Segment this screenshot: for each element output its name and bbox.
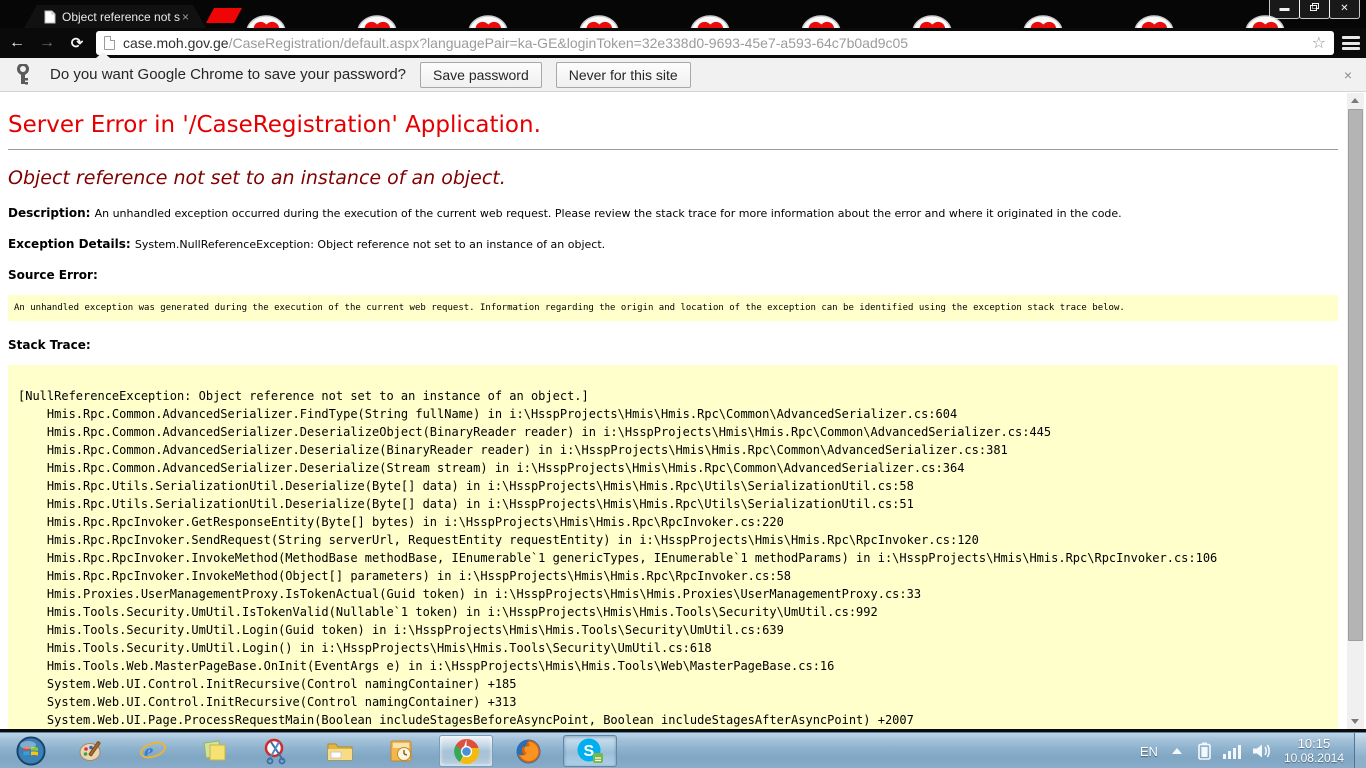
taskbar-item-sticky-notes[interactable] (188, 735, 242, 767)
show-desktop-button[interactable] (1354, 733, 1366, 768)
infobar-pointer (96, 52, 110, 58)
password-infobar: Do you want Google Chrome to save your p… (0, 58, 1366, 92)
taskbar-item-firefox[interactable] (501, 735, 555, 767)
url-text[interactable]: case.moh.gov.ge/CaseRegistration/default… (123, 35, 1312, 51)
error-subtitle: Object reference not set to an instance … (8, 167, 1336, 189)
scroll-up-icon[interactable] (1347, 93, 1364, 109)
tab-favicon-page-icon (44, 10, 56, 24)
internet-explorer-icon: e (139, 738, 167, 764)
hearts-wallpaper (0, 0, 1366, 28)
stack-trace-text: [NullReferenceException: Object referenc… (18, 387, 1332, 729)
close-button[interactable]: ✕ (1329, 0, 1360, 19)
save-password-button[interactable]: Save password (420, 62, 542, 88)
exception-label: Exception Details: (8, 237, 135, 251)
tab-strip: Object reference not set to × ▬ ✕ (0, 0, 1366, 28)
source-error-box: An unhandled exception was generated dur… (8, 295, 1338, 321)
browser-toolbar: ← → ⟳ case.moh.gov.ge/CaseRegistration/d… (0, 28, 1366, 58)
vertical-scrollbar[interactable] (1347, 93, 1364, 729)
browser-tab[interactable]: Object reference not set to × (24, 5, 206, 28)
chrome-menu-icon[interactable] (1342, 36, 1360, 50)
divider (8, 149, 1338, 150)
exception-line: Exception Details: System.NullReferenceE… (8, 237, 1336, 251)
infobar-message: Do you want Google Chrome to save your p… (50, 66, 406, 83)
back-icon[interactable]: ← (4, 34, 30, 52)
taskbar-item-internet-explorer[interactable]: e (126, 735, 180, 767)
sticky-notes-icon (202, 738, 228, 764)
url-domain: case.moh.gov.ge (123, 35, 229, 51)
taskbar-item-explorer[interactable] (313, 735, 367, 767)
snipping-tool-icon (263, 738, 291, 765)
skype-icon: S (576, 737, 604, 765)
scrollbar-thumb[interactable] (1348, 109, 1363, 641)
taskbar-item-paint[interactable] (64, 735, 118, 767)
tab-close-icon[interactable]: × (182, 10, 189, 24)
bookmark-star-icon[interactable]: ☆ (1312, 33, 1326, 53)
never-for-site-button[interactable]: Never for this site (556, 62, 691, 88)
screen: Object reference not set to × ▬ ✕ ← → ⟳ … (0, 0, 1366, 768)
language-indicator[interactable]: EN (1140, 744, 1158, 759)
forward-icon[interactable]: → (34, 34, 60, 52)
restore-button[interactable] (1299, 0, 1330, 19)
description-label: Description: (8, 206, 95, 220)
tab-title: Object reference not set to (62, 10, 180, 24)
description-line: Description: An unhandled exception occu… (8, 206, 1336, 220)
chrome-icon (453, 738, 480, 765)
hidden-icons-chevron-icon[interactable] (1172, 748, 1182, 754)
taskbar: e (0, 732, 1366, 768)
paint-icon (78, 738, 104, 764)
taskbar-item-skype-active[interactable]: S (563, 735, 617, 767)
outlook-icon (389, 738, 415, 764)
url-page-icon[interactable] (104, 36, 115, 50)
url-path: /CaseRegistration/default.aspx?languageP… (229, 35, 909, 51)
firefox-icon (515, 738, 542, 765)
volume-icon[interactable] (1253, 743, 1272, 759)
taskbar-item-outlook[interactable] (375, 735, 429, 767)
scroll-down-icon[interactable] (1347, 713, 1364, 729)
key-icon (16, 64, 30, 86)
exception-text: System.NullReferenceException: Object re… (135, 238, 605, 251)
description-text: An unhandled exception occurred during t… (95, 207, 1122, 220)
source-error-label: Source Error: (8, 268, 1336, 282)
reload-icon[interactable]: ⟳ (64, 34, 90, 52)
minimize-button[interactable]: ▬ (1269, 0, 1300, 19)
start-button[interactable] (4, 735, 58, 767)
address-bar[interactable]: case.moh.gov.ge/CaseRegistration/default… (96, 31, 1334, 55)
window-controls: ▬ ✕ (1270, 0, 1360, 19)
error-page: Server Error in '/CaseRegistration' Appl… (0, 93, 1366, 729)
taskbar-clock[interactable]: 10:15 10.08.2014 (1284, 736, 1344, 766)
svg-text:S: S (584, 743, 595, 760)
windows-start-icon (16, 736, 46, 766)
stack-trace-box: [NullReferenceException: Object referenc… (8, 365, 1338, 729)
taskbar-item-chrome-active[interactable] (439, 735, 493, 767)
taskbar-item-snipping-tool[interactable] (250, 735, 304, 767)
network-signal-icon[interactable] (1223, 744, 1241, 759)
clock-time: 10:15 (1284, 736, 1344, 751)
folder-explorer-icon (326, 739, 354, 763)
system-tray: EN 10:15 10.08.2014 (1140, 733, 1366, 768)
infobar-close-icon[interactable]: × (1344, 67, 1352, 83)
battery-icon[interactable] (1198, 742, 1211, 760)
clock-date: 10.08.2014 (1284, 751, 1344, 766)
error-title: Server Error in '/CaseRegistration' Appl… (8, 112, 1336, 138)
stack-trace-label: Stack Trace: (8, 338, 1336, 352)
